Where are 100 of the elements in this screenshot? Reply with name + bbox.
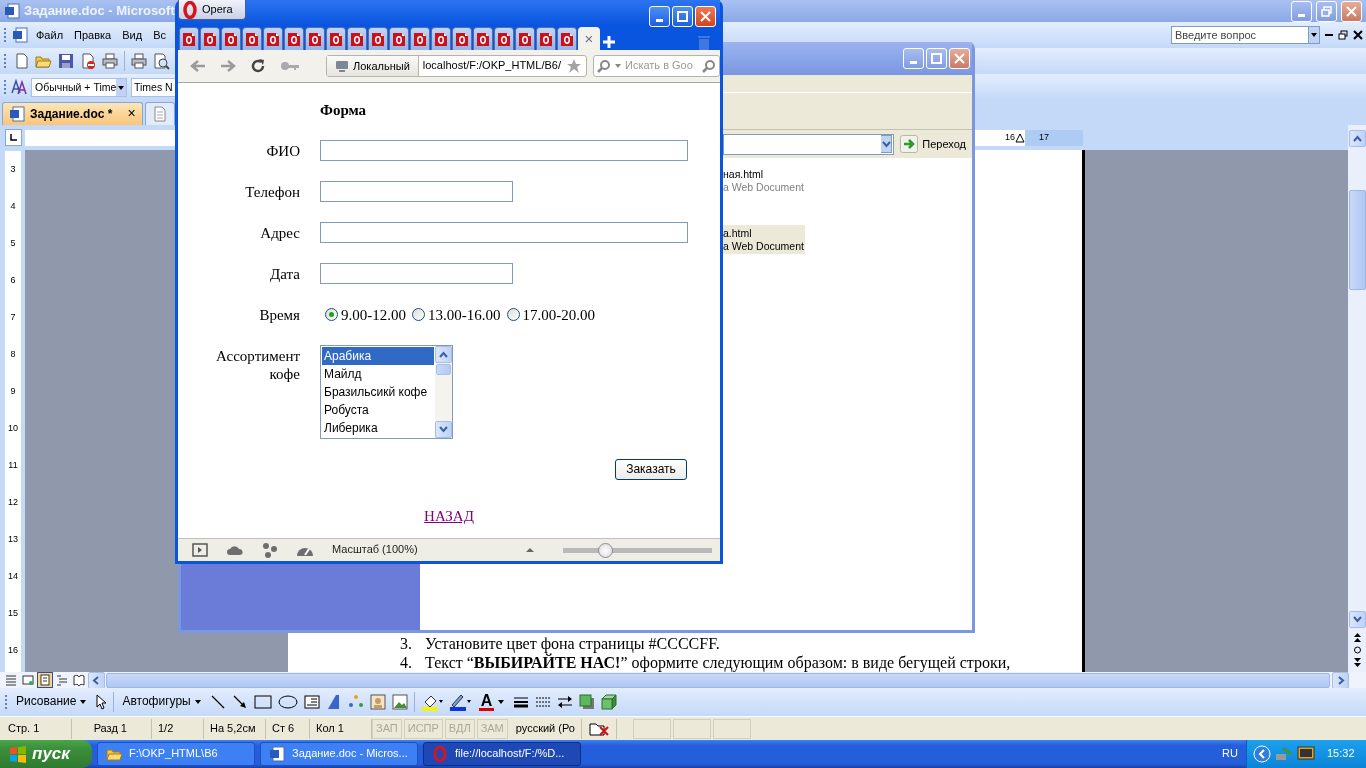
browser-tab[interactable]: [536, 27, 556, 50]
radio-button[interactable]: [506, 308, 520, 321]
browser-menu-button[interactable]: Opera: [178, 0, 246, 20]
line-color-icon[interactable]: [448, 693, 471, 711]
list-option[interactable]: Арабика: [322, 347, 434, 365]
font-color-button[interactable]: A: [476, 693, 508, 711]
address-field[interactable]: [723, 133, 895, 155]
text-field[interactable]: [320, 222, 688, 243]
list-option[interactable]: Майлд: [322, 365, 434, 383]
wordart-icon[interactable]: [325, 694, 342, 710]
style-dropdown[interactable]: Обычный + Time: [31, 77, 127, 97]
tab-close-button[interactable]: ×: [117, 106, 136, 122]
line-style-icon[interactable]: [513, 695, 530, 709]
normal-view-button[interactable]: [3, 672, 19, 688]
list-option[interactable]: Робуста: [322, 401, 434, 419]
printer-icon[interactable]: [102, 53, 118, 69]
browser-tab[interactable]: [200, 27, 220, 50]
document-tab[interactable]: Задание.doc * ×: [2, 102, 143, 125]
browser-tab[interactable]: [305, 27, 325, 50]
tab-close-button[interactable]: ×: [584, 30, 594, 48]
restore-icon[interactable]: [1338, 30, 1348, 40]
print-layout-view-button[interactable]: [37, 672, 53, 688]
star-icon[interactable]: [566, 58, 582, 74]
scroll-thumb[interactable]: [1348, 190, 1366, 290]
search-icon[interactable]: [597, 59, 611, 73]
arrow-icon[interactable]: [231, 694, 248, 710]
show-hidden-icon[interactable]: [1253, 745, 1271, 763]
drawing-menu-button[interactable]: Рисование: [14, 695, 90, 709]
pointer-icon[interactable]: [95, 694, 108, 710]
file-item[interactable]: a.html a Web Document: [723, 225, 805, 255]
tab-selector[interactable]: [5, 129, 22, 146]
menu-item[interactable]: Вид: [119, 28, 146, 42]
new-document-icon[interactable]: [13, 53, 29, 69]
text-field[interactable]: [320, 140, 688, 161]
text-box-icon[interactable]: [303, 695, 320, 709]
close-button[interactable]: [695, 6, 716, 27]
scroll-down-button[interactable]: [1348, 611, 1366, 628]
scroll-up-button[interactable]: [435, 346, 452, 363]
new-tab-icon[interactable]: [601, 34, 617, 50]
dropdown-arrow-icon[interactable]: [1310, 32, 1318, 38]
dash-style-icon[interactable]: [535, 695, 552, 709]
vertical-scrollbar[interactable]: [1348, 125, 1366, 672]
clip-art-icon[interactable]: [369, 694, 386, 710]
browser-tab[interactable]: [284, 27, 304, 50]
fan-icon[interactable]: [262, 542, 278, 558]
browser-tab[interactable]: [221, 27, 241, 50]
picture-icon[interactable]: [391, 694, 408, 710]
browser-tab[interactable]: [389, 27, 409, 50]
file-item[interactable]: ная.html a Web Document: [723, 166, 805, 196]
reading-view-button[interactable]: [71, 672, 87, 688]
fill-color-icon[interactable]: [420, 693, 443, 711]
close-button[interactable]: [1341, 0, 1362, 22]
rectangle-icon[interactable]: [253, 695, 272, 709]
submit-button[interactable]: Заказать: [615, 459, 687, 480]
list-box[interactable]: Арабика Майлд Бразильсикй кофе Робуста Либерика: [320, 345, 453, 439]
go-button[interactable]: Переход: [898, 133, 968, 155]
search-box[interactable]: Искать в Goo: [593, 55, 720, 77]
oval-icon[interactable]: [277, 695, 298, 709]
browser-tab[interactable]: [452, 27, 472, 50]
font-dropdown[interactable]: Times N: [131, 77, 176, 97]
browser-tab[interactable]: ×: [578, 27, 600, 50]
start-button[interactable]: пуск: [0, 740, 92, 768]
site-info-button[interactable]: Локальный: [327, 56, 419, 76]
browser-tab[interactable]: [410, 27, 430, 50]
next-page-icon[interactable]: [1352, 656, 1362, 668]
scroll-up-button[interactable]: [1348, 130, 1366, 147]
scroll-down-button[interactable]: [435, 421, 452, 438]
back-link[interactable]: НАЗАД: [424, 507, 474, 525]
text-field[interactable]: [320, 263, 513, 284]
browser-tab[interactable]: [263, 27, 283, 50]
address-bar[interactable]: Локальный localhost/F:/OKP_HTML/B6/: [326, 55, 587, 77]
arrow-style-icon[interactable]: [557, 695, 574, 709]
minimize-button[interactable]: [1291, 0, 1312, 22]
cube-icon[interactable]: [601, 694, 618, 710]
expand-up-icon[interactable]: [525, 547, 535, 553]
question-field[interactable]: Введите вопрос: [1171, 26, 1309, 44]
browse-object-icon[interactable]: [1352, 644, 1362, 656]
browser-tab[interactable]: [347, 27, 367, 50]
search-icon[interactable]: [702, 59, 716, 73]
folder-icon[interactable]: [35, 53, 52, 69]
browser-tab[interactable]: [473, 27, 493, 50]
menu-item[interactable]: Файл: [33, 28, 67, 42]
restricted-document-icon[interactable]: [80, 53, 96, 69]
browser-tab[interactable]: [515, 27, 535, 50]
minimize-button[interactable]: [903, 48, 924, 69]
document-icon[interactable]: [12, 27, 28, 43]
monitor-icon[interactable]: [1297, 746, 1315, 762]
browser-tab[interactable]: [242, 27, 262, 50]
browser-tab[interactable]: [494, 27, 514, 50]
scroll-thumb[interactable]: [106, 672, 1330, 688]
panel-icon[interactable]: [192, 543, 208, 557]
minimize-button[interactable]: [649, 6, 670, 27]
cloud-icon[interactable]: [226, 544, 244, 556]
taskbar-button[interactable]: Задание.doc - Micros...: [260, 742, 418, 766]
print-preview-icon[interactable]: [153, 52, 170, 70]
reload-icon[interactable]: [250, 58, 266, 74]
scroll-thumb[interactable]: [436, 364, 451, 375]
list-option[interactable]: Бразильсикй кофе: [322, 383, 434, 401]
browser-tab[interactable]: [179, 27, 199, 50]
menu-item[interactable]: Вс: [150, 28, 169, 42]
